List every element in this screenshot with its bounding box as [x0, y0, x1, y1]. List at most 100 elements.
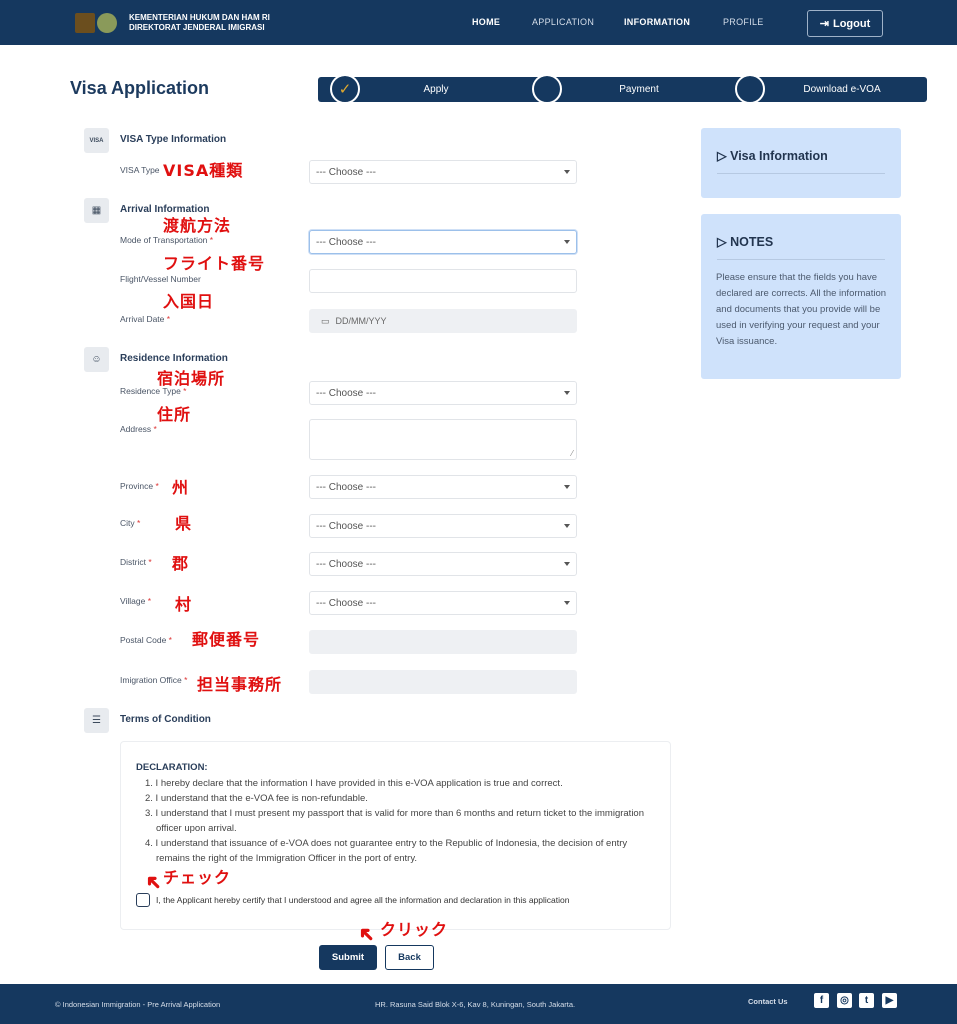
chevron-down-icon	[564, 562, 570, 566]
visa-card-icon: VISA	[84, 128, 109, 153]
step-download: Download e-VOA	[803, 84, 881, 95]
calendar-icon: ▭	[321, 315, 330, 326]
village-annotation: 村	[175, 595, 193, 614]
required-mark: *	[145, 596, 152, 606]
step-apply-check-icon: ✓	[330, 74, 360, 104]
flight-vessel-number-label: Flight/Vessel Number	[120, 274, 201, 284]
visa-information-panel: ▷ Visa Information	[701, 128, 901, 198]
progress-stepper: ✓ Apply Payment Download e-VOA	[318, 74, 927, 104]
date-placeholder: DD/MM/YYY	[335, 316, 387, 326]
chevron-down-icon	[564, 391, 570, 395]
page-title: Visa Application	[70, 78, 210, 98]
required-mark: *	[164, 314, 171, 324]
chevron-down-icon	[564, 524, 570, 528]
label-text: Arrival Date	[120, 314, 165, 324]
district-select[interactable]: --- Choose ---	[309, 552, 577, 576]
top-navbar: KEMENTERIAN HUKUM DAN HAM RI DIREKTORAT J…	[0, 0, 957, 45]
imigration-office-input[interactable]	[309, 670, 577, 694]
facebook-icon[interactable]: f	[814, 993, 829, 1008]
label-text: Address	[120, 424, 152, 434]
province-select[interactable]: --- Choose ---	[309, 475, 577, 499]
mode-of-transportation-select[interactable]: --- Choose ---	[309, 230, 577, 254]
divider	[717, 173, 885, 174]
address-label: Address *	[120, 424, 157, 434]
village-label: Village *	[120, 596, 151, 606]
province-annotation: 州	[172, 478, 190, 497]
village-select[interactable]: --- Choose ---	[309, 591, 577, 615]
label-text: Imigration Office	[120, 675, 182, 685]
step-payment: Payment	[619, 84, 659, 95]
province-label: Province *	[120, 481, 159, 491]
notes-panel: ▷ NOTES Please ensure that the fields yo…	[701, 214, 901, 379]
residence-type-select[interactable]: --- Choose ---	[309, 381, 577, 405]
logout-icon: ⇥	[819, 18, 829, 30]
user-badge-icon: ☺	[84, 347, 109, 372]
arrival-date-label: Arrival Date *	[120, 314, 170, 324]
mode-of-transportation-annotation: 渡航方法	[163, 216, 232, 235]
section-title: Residence Information	[120, 353, 228, 364]
arrival-date-input[interactable]: ▭ DD/MM/YYY	[309, 309, 577, 333]
ministry-logo	[75, 13, 95, 33]
mode-of-transportation-label: Mode of Transportation *	[120, 235, 213, 245]
city-annotation: 県	[175, 514, 193, 533]
step-payment-circle-icon	[532, 74, 562, 104]
postal-code-input[interactable]	[309, 630, 577, 654]
selected-value: --- Choose ---	[316, 166, 377, 178]
imigration-office-label: Imigration Office *	[120, 675, 187, 685]
required-mark: *	[207, 235, 214, 245]
chevron-down-icon	[564, 601, 570, 605]
arrival-date-annotation: 入国日	[163, 292, 215, 311]
residence-type-annotation: 宿泊場所	[157, 369, 226, 388]
required-mark: *	[166, 635, 172, 645]
resize-handle-icon[interactable]: ⁄	[572, 449, 573, 458]
label-text: Mode of Transportation	[120, 235, 208, 245]
city-select[interactable]: --- Choose ---	[309, 514, 577, 538]
label-text: Flight/Vessel Number	[120, 274, 201, 284]
flight-vessel-number-input[interactable]	[309, 269, 577, 293]
selected-value: --- Choose ---	[316, 520, 377, 532]
brand-line1: KEMENTERIAN HUKUM DAN HAM RI	[129, 13, 270, 22]
nav-application[interactable]: APPLICATION	[532, 17, 594, 27]
selected-value: --- Choose ---	[316, 597, 377, 609]
twitter-icon[interactable]: t	[859, 993, 874, 1008]
agree-checkbox-label[interactable]: I, the Applicant hereby certify that I u…	[156, 895, 569, 905]
address-input[interactable]: ⁄	[309, 419, 577, 460]
logout-button[interactable]: ⇥ Logout	[807, 10, 883, 37]
district-label: District *	[120, 557, 152, 567]
submit-button[interactable]: Submit	[319, 945, 377, 970]
notes-title-text: NOTES	[730, 235, 774, 249]
instagram-icon[interactable]: ◎	[837, 993, 852, 1008]
brand-text: KEMENTERIAN HUKUM DAN HAM RI DIREKTORAT J…	[129, 13, 270, 33]
postal-code-label: Postal Code *	[120, 635, 172, 645]
required-mark: *	[153, 481, 159, 491]
visa-info-title-text: Visa Information	[730, 149, 828, 163]
declaration-item: 2. I understand that the e-VOA fee is no…	[145, 793, 368, 804]
footer-address: HR. Rasuna Said Blok X-6, Kav 8, Kuninga…	[375, 1000, 576, 1009]
section-title: Terms of Condition	[120, 714, 211, 725]
footer: © Indonesian Immigration - Pre Arrival A…	[0, 984, 957, 1024]
immigration-logo	[97, 13, 117, 33]
required-mark: *	[134, 518, 141, 528]
nav-information[interactable]: INFORMATION	[624, 17, 690, 27]
visa-type-select[interactable]: --- Choose ---	[309, 160, 577, 184]
youtube-icon[interactable]: ▶	[882, 993, 897, 1008]
chevron-down-icon	[564, 170, 570, 174]
selected-value: --- Choose ---	[316, 387, 377, 399]
visa-type-label: VISA Type	[120, 165, 160, 175]
nav-home[interactable]: HOME	[472, 17, 500, 27]
divider	[717, 259, 885, 260]
logout-label: Logout	[832, 17, 871, 30]
label-text: City	[120, 518, 135, 528]
postal-code-annotation: 郵便番号	[192, 630, 261, 649]
annotation-check: チェック	[163, 868, 232, 887]
declaration-item: 4. I understand that issuance of e-VOA d…	[145, 838, 628, 864]
declaration-item: 3. I understand that I must present my p…	[145, 808, 644, 834]
declaration-list: 1. I hereby declare that the information…	[136, 776, 658, 866]
label-text: Province	[120, 481, 154, 491]
contact-us-link[interactable]: Contact Us	[748, 997, 788, 1006]
footer-copyright: © Indonesian Immigration - Pre Arrival A…	[55, 1000, 221, 1009]
back-button[interactable]: Back	[385, 945, 434, 970]
nav-profile[interactable]: PROFILE	[723, 17, 764, 27]
required-mark: *	[151, 424, 157, 434]
visa-info-title[interactable]: ▷ Visa Information	[717, 148, 828, 163]
